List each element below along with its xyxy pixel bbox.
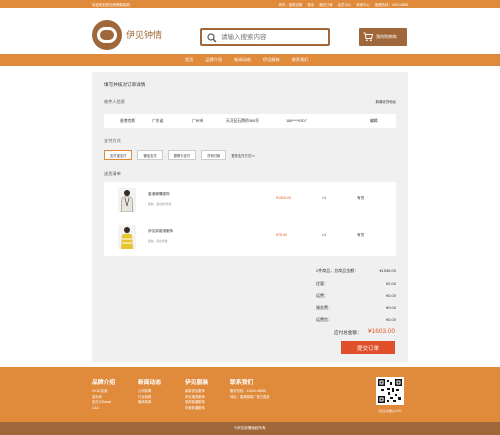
order-panel: 填写并核对订单详情 收件人信息 新增收货地址 香港克斯 广东省 广州市 天河区石… (92, 72, 408, 362)
footer-link[interactable]: 华美新潮服饰 (185, 406, 208, 412)
top-link-seller[interactable]: 卖家中心 (356, 2, 370, 7)
cart-icon (363, 32, 373, 42)
product-stock: 有货 (357, 196, 365, 200)
submit-order-button[interactable]: 提交订单 (341, 341, 395, 354)
summary-value-insurance: ¥0.00 (385, 317, 396, 322)
footer-col-clothing: 伊见服装 最新伊见服饰 伊见潮流服饰 城邦新潮服饰 华美新潮服饰 (185, 377, 208, 411)
footer-link[interactable]: 城邦新潮服饰 (185, 400, 208, 406)
footer-heading: 品牌介绍 (92, 380, 116, 386)
footer-col-contact: 联系我们 服务热线：12654-45556 地址：香港服装厂官方直营 (230, 377, 270, 400)
address-province: 广东省 (152, 119, 164, 123)
summary-label-subtotal: 2件商品，总商品金额： (316, 268, 359, 273)
top-link-logout[interactable]: 退出 (307, 2, 314, 7)
list-item: 香港潮情服饰 颜色：黑白色/长款 ¥1528.00 ×1 有货 (104, 182, 396, 219)
product-stock: 有货 (357, 233, 365, 237)
footer-col-brand: 品牌介绍 CK3C店面 金利来 圣贝尔Samsi C&A (92, 377, 115, 411)
product-name[interactable]: 香港潮情服饰 (148, 192, 170, 197)
product-spec: 颜色：黄白条纹 (148, 239, 168, 243)
total-label: 应付总金额： (334, 330, 362, 335)
brand-name[interactable]: 伊见钟情 (126, 28, 162, 41)
welcome-text: 欢迎来到伊见倩情服装城！ (92, 3, 133, 7)
more-payments-link[interactable]: 更多支付方式>> (231, 153, 255, 158)
product-name[interactable]: 伊见钟香港服饰 (148, 229, 173, 234)
top-link-hotline: 客服热线：4000-8888 (374, 3, 408, 7)
nav-item-news[interactable]: 新闻动态 (234, 57, 251, 63)
copyright-bar: ©伊见钟情版权所有 (0, 422, 500, 435)
product-price: ¥75.00 (276, 233, 287, 237)
payment-option-wechat[interactable]: 微信支付 (137, 150, 163, 160)
qr-caption: 扫码关注微信公众号 (378, 410, 402, 413)
nav-item-brand[interactable]: 品牌介绍 (205, 57, 222, 63)
nav-item-contact[interactable]: 联系我们 (292, 57, 309, 63)
footer-text: 地址：香港服装厂官方直营 (230, 394, 270, 399)
footer-link[interactable]: C&A (92, 406, 115, 412)
footer-heading: 联系我们 (230, 380, 254, 386)
footer-col-news: 新闻动态 公司新闻 行业新闻 媒体新闻 (138, 377, 161, 406)
summary-value-shipping: ¥0.00 (385, 293, 396, 298)
top-bar: 欢迎来到伊见倩情服装城！ 你好，香港克斯 退出 我的订单 会员中心 卖家中心 客… (0, 0, 500, 8)
product-spec: 颜色：黑白色/长款 (148, 202, 172, 206)
product-image[interactable] (118, 225, 136, 249)
summary-label-shipping: 运费： (316, 293, 328, 298)
summary-label-service: 服务费： (316, 305, 332, 310)
delivery-list: 香港潮情服饰 颜色：黑白色/长款 ¥1528.00 ×1 有货 伊见钟香港服饰 … (104, 182, 396, 256)
address-row[interactable]: 香港克斯 广东省 广州市 天河区石牌桥365号 186****5307 编辑 (104, 114, 396, 128)
top-links: 你好，香港克斯 退出 我的订单 会员中心 卖家中心 客服热线：4000-8888 (279, 2, 408, 7)
footer-text: 服务热线：12654-45556 (230, 389, 266, 393)
footer-heading: 新闻动态 (138, 380, 162, 386)
summary-value-subtotal: ¥1538.00 (379, 268, 396, 273)
footer-link[interactable]: 媒体新闻 (138, 400, 161, 406)
summary-label-discount: 优惠： (316, 281, 328, 286)
nav-item-clothing[interactable]: 伊见服装 (263, 57, 280, 63)
footer-link[interactable]: 最新伊见服饰 (185, 389, 208, 395)
payment-option-unionpay[interactable]: 银联卡支付 (167, 150, 197, 160)
footer: 品牌介绍 CK3C店面 金利来 圣贝尔Samsi C&A 新闻动态 公司新闻 行… (0, 367, 500, 422)
product-quantity: ×1 (322, 233, 327, 237)
summary-value-service: ¥0.00 (385, 305, 396, 310)
qr-code-icon (376, 377, 404, 405)
top-link-orders[interactable]: 我的订单 (319, 2, 333, 7)
summary-label-insurance: 运费险： (316, 317, 332, 322)
total-value: ¥1603.00 (368, 328, 396, 335)
search-input[interactable] (221, 32, 321, 43)
cart-button[interactable]: 我的购物车 (359, 28, 407, 46)
new-address-link[interactable]: 新增收货地址 (376, 99, 396, 104)
search-box[interactable] (200, 28, 330, 46)
product-price: ¥1528.00 (276, 196, 291, 200)
cart-label: 我的购物车 (376, 34, 397, 39)
payment-option-alipay[interactable]: 支付宝支付 (104, 150, 133, 160)
address-name: 香港克斯 (120, 119, 136, 123)
address-street: 天河区石牌桥365号 (226, 119, 259, 123)
logo-icon[interactable] (92, 20, 122, 50)
main-nav: 首页 品牌介绍 新闻动态 伊见服装 联系我们 (0, 54, 500, 66)
receiver-section-title: 收件人信息 (104, 99, 125, 104)
search-icon[interactable] (207, 33, 217, 43)
list-item: 伊见钟香港服饰 颜色：黄白条纹 ¥75.00 ×1 有货 (104, 219, 396, 256)
address-city: 广州市 (192, 119, 204, 123)
top-link-member[interactable]: 会员中心 (338, 2, 352, 7)
address-edit-link[interactable]: 编辑 (370, 119, 378, 124)
payment-option-cod[interactable]: 货到付款 (201, 150, 227, 160)
payment-section-title: 支付方式 (104, 138, 121, 143)
product-quantity: ×1 (322, 196, 327, 200)
address-phone: 186****5307 (286, 119, 307, 123)
payment-options: 支付宝支付 微信支付 银联卡支付 货到付款 更多支付方式>> (104, 150, 255, 160)
product-image[interactable] (118, 188, 136, 213)
top-link-user[interactable]: 你好，香港克斯 (279, 2, 303, 7)
delivery-list-title: 送货清单 (104, 171, 121, 176)
summary-value-discount: ¥2.00 (385, 281, 396, 286)
header: 伊见钟情 我的购物车 (0, 8, 500, 54)
nav-item-home[interactable]: 首页 (185, 57, 193, 63)
page-title: 填写并核对订单详情 (104, 82, 146, 87)
footer-heading: 伊见服装 (185, 380, 209, 386)
